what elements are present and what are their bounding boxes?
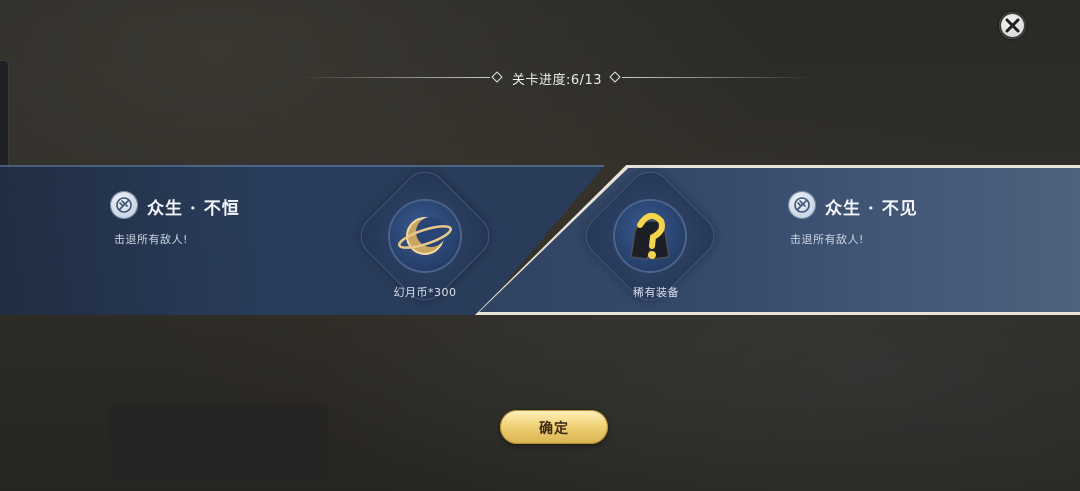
blurred-background-panel [108,404,328,480]
divider-line [300,77,490,78]
reward-slot[interactable] [390,201,460,271]
progress-text: 关卡进度:6/13 [511,73,603,88]
reward-slot[interactable] [615,201,685,271]
divider-line [622,77,812,78]
stage-progress: 关卡进度:6/13 [300,66,812,90]
close-icon [1005,18,1020,33]
moon-coin-icon [397,217,453,255]
card-edge [0,165,605,167]
stage-description: 击退所有敌人! [790,233,864,246]
mystery-equipment-icon [630,212,670,260]
stage-type-icon [788,191,816,219]
close-button[interactable] [999,12,1026,39]
confirm-button[interactable]: 确定 [500,410,608,444]
stage-title: 众生 · 不恒 [147,199,240,219]
stage-title: 众生 · 不见 [825,199,918,219]
reward-label: 幻月币*300 [393,286,457,299]
stage-description: 击退所有敌人! [114,233,188,246]
reward-label: 稀有装备 [633,286,679,299]
confirm-label: 确定 [539,421,569,437]
stage-type-icon [110,191,138,219]
diamond-icon [609,71,621,83]
diamond-icon [491,71,503,83]
side-panel-tab[interactable] [0,60,9,170]
